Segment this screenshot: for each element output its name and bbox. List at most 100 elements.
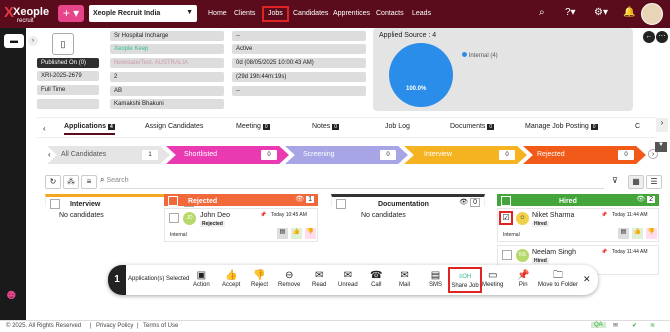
user-avatar[interactable] [641, 3, 663, 25]
group-icon[interactable]: ⁂ [63, 175, 79, 189]
candidate-name[interactable]: Niket Sharma [532, 212, 574, 219]
thumbs-down-icon[interactable]: 👎 [646, 228, 657, 239]
list-view-icon[interactable]: ☰ [646, 175, 662, 189]
more-icon[interactable]: ⋯ [656, 31, 668, 43]
tab-notes[interactable]: Notes 0 [312, 123, 340, 130]
accept-button[interactable]: 👍 Accept [222, 270, 240, 288]
candidate-name[interactable]: Neelam Singh [532, 249, 576, 256]
tabs-next-icon[interactable]: › [656, 118, 668, 132]
meeting-button[interactable]: ▭ Meeting [482, 270, 503, 288]
search-icon[interactable]: ⌕ [539, 7, 545, 18]
nav-candidates[interactable]: Candidates [293, 6, 328, 22]
bell-icon[interactable]: 🔔 [623, 7, 635, 18]
job-type: Full Time [37, 85, 99, 95]
thumbs-up-icon[interactable]: 👍 [291, 228, 302, 239]
document-icon[interactable]: ▤ [618, 228, 629, 239]
column-checkbox[interactable] [501, 196, 511, 206]
recruiter-badge: AB [110, 86, 224, 96]
check-icon[interactable]: ✔ [632, 322, 637, 329]
nav-home[interactable]: Home [208, 6, 227, 22]
sort-icon[interactable]: ≡ [81, 175, 97, 189]
card-checkbox-checked[interactable]: ☑ [499, 211, 513, 225]
close-icon[interactable]: ✕ [583, 274, 591, 285]
candidate-name[interactable]: John Deo [200, 212, 230, 219]
tab-manage-job-posting[interactable]: Manage Job Posting 0 [525, 123, 598, 130]
reject-button[interactable]: 👎 Reject [251, 270, 268, 288]
remove-icon: ⊖ [284, 270, 294, 281]
nav-apprentices[interactable]: Apprentices [333, 6, 370, 22]
stage-screening[interactable]: Screening 0 [285, 146, 408, 164]
openings-field: 2 [110, 72, 224, 82]
client-field[interactable]: Xeople Keep [110, 44, 224, 54]
mail-icon[interactable]: ✉ [613, 322, 618, 329]
avatar: ☺ [516, 212, 529, 225]
assistant-bot-icon[interactable]: ☻ [4, 286, 24, 310]
tabs-prev-icon[interactable]: ‹ [43, 124, 46, 133]
folder-icon[interactable]: ▬ [4, 34, 24, 48]
search-input[interactable]: Search [106, 177, 128, 184]
filter-icon[interactable]: ▼ [655, 142, 667, 152]
remove-button[interactable]: ⊖ Remove [278, 270, 300, 288]
share-job-button[interactable]: ≡OH Share Job [448, 267, 482, 293]
stages-prev-icon[interactable]: ‹ [48, 150, 51, 159]
document-icon[interactable]: ▤ [277, 228, 288, 239]
collapse-toggle[interactable]: › [28, 36, 38, 46]
pin-icon[interactable]: 📌 [601, 212, 607, 218]
stage-shortlisted[interactable]: Shortlisted 0 [166, 146, 289, 164]
terms-link[interactable]: Terms of Use [143, 323, 178, 329]
stage-interview[interactable]: Interview 0 [404, 146, 527, 164]
column-checkbox[interactable] [336, 199, 346, 209]
action-icon: ▣ [196, 270, 207, 281]
action-button[interactable]: ▣ Action [193, 270, 210, 288]
tab-more[interactable]: C [635, 123, 640, 130]
pin-icon[interactable]: 📌 [260, 212, 266, 218]
org-select-value: Xeople Recruit India [93, 10, 161, 17]
sms-button[interactable]: ▤ SMS [429, 270, 442, 288]
tab-job-log[interactable]: Job Log [385, 123, 410, 130]
stage-all-candidates[interactable]: All Candidates 1 [47, 146, 170, 164]
mail-button[interactable]: ✉ Mail [399, 270, 410, 288]
filter-funnel-icon[interactable]: ⊽ [612, 176, 618, 185]
published-on[interactable]: Published On (0) [37, 58, 99, 68]
tab-applications[interactable]: Applications 4 [64, 123, 115, 135]
column-checkbox[interactable] [50, 199, 60, 209]
grid-view-icon[interactable]: ▦ [628, 175, 644, 189]
sms-icon: ▤ [430, 270, 441, 281]
org-select[interactable]: Xeople Recruit India ▼ [89, 5, 197, 22]
move-to-folder-button[interactable]: 🗀 Move to Folder [538, 270, 578, 288]
tab-assign-candidates[interactable]: Assign Candidates [145, 123, 203, 130]
nav-leads[interactable]: Leads [412, 6, 431, 22]
candidate-card[interactable]: ☑ ☺ Niket Sharma Hired Today 11:44 AM 📌 … [497, 208, 659, 242]
job-logo-placeholder: ▯ [52, 33, 74, 55]
location-field[interactable]: Newstate/Test, AUSTRALIA [110, 58, 224, 68]
status-field[interactable]: Active [232, 44, 366, 54]
card-checkbox[interactable] [169, 213, 179, 223]
read-button[interactable]: ✉ Read [312, 270, 326, 288]
nav-contacts[interactable]: Contacts [376, 6, 404, 22]
stage-rejected[interactable]: Rejected 0 [523, 146, 646, 164]
posted-date: 0d (08/05/2025 10:00:43 AM) [232, 58, 366, 68]
column-count: 👁 1 [295, 196, 314, 203]
candidate-card[interactable]: JD John Deo Rejected Today 10:45 AM 📌 In… [164, 208, 318, 242]
back-icon[interactable]: ← [643, 31, 655, 43]
card-checkbox[interactable] [502, 250, 512, 260]
tab-documents[interactable]: Documents 0 [450, 123, 495, 130]
search-box[interactable]: ⌕ Search [100, 175, 604, 189]
privacy-link[interactable]: Privacy Policy [96, 323, 133, 329]
pin-icon[interactable]: 📌 [601, 249, 607, 255]
brand-logo[interactable]: X Xeople recruit [4, 4, 54, 24]
column-checkbox[interactable] [168, 196, 178, 206]
thumbs-down-icon[interactable]: 👎 [305, 228, 316, 239]
settings-icon[interactable]: ⚙▾ [594, 7, 608, 18]
unread-button[interactable]: ✉ Unread [338, 270, 358, 288]
help-icon[interactable]: ?▾ [565, 7, 576, 18]
add-button[interactable]: + ▾ [58, 5, 84, 22]
column-count: 👁 2 [636, 196, 655, 203]
thumbs-up-icon[interactable]: 👍 [632, 228, 643, 239]
tab-meeting[interactable]: Meeting 0 [236, 123, 270, 130]
pin-button[interactable]: 📌 Pin [517, 270, 529, 288]
call-button[interactable]: ☎ Call [370, 270, 382, 288]
nav-clients[interactable]: Clients [234, 6, 255, 22]
refresh-icon[interactable]: ↻ [45, 175, 61, 189]
nav-jobs[interactable]: Jobs [262, 6, 289, 22]
